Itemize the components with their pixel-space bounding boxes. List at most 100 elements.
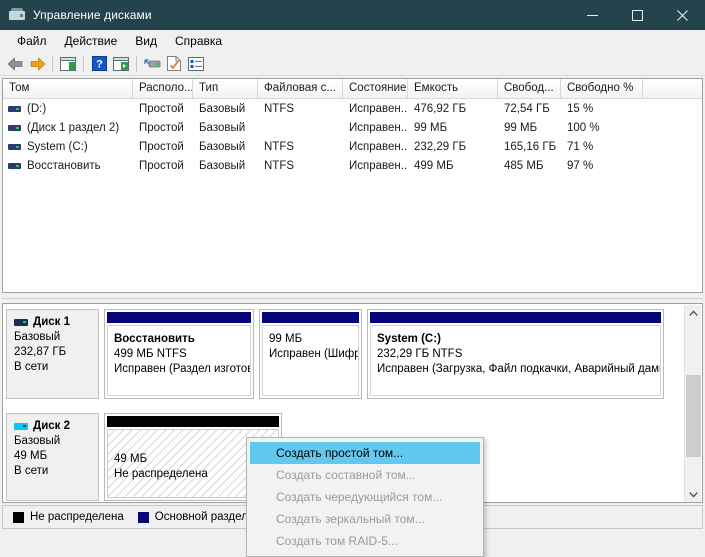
disk-type-1: Базовый bbox=[14, 331, 61, 343]
window-controls bbox=[570, 0, 705, 30]
graphic-pane-scrollbar[interactable] bbox=[684, 305, 702, 502]
column-header-free[interactable]: Свобод... bbox=[498, 79, 561, 98]
partition-color-bar bbox=[370, 312, 661, 323]
close-button[interactable] bbox=[660, 0, 705, 30]
cell-type: Базовый bbox=[199, 121, 246, 134]
column-header-filesystem[interactable]: Файловая с... bbox=[258, 79, 343, 98]
cell-layout: Простой bbox=[139, 140, 184, 153]
chevron-up-icon[interactable] bbox=[685, 305, 702, 322]
cell-volume: Восстановить bbox=[3, 160, 133, 172]
context-menu-item-new-mirrored-volume[interactable]: Создать зеркальный том... bbox=[247, 508, 483, 530]
partition-size-fs: 499 МБ NTFS bbox=[114, 348, 187, 360]
column-header-status[interactable]: Состояние bbox=[343, 79, 408, 98]
properties-icon[interactable] bbox=[163, 53, 185, 75]
partition-body: System (C:) 232,29 ГБ NTFS Исправен (Заг… bbox=[370, 325, 661, 396]
context-menu-item-new-spanned-volume[interactable]: Создать составной том... bbox=[247, 464, 483, 486]
list-view-icon[interactable] bbox=[185, 53, 207, 75]
column-header-layout[interactable]: Располо... bbox=[133, 79, 193, 98]
cell-volume-label: (D:) bbox=[27, 102, 47, 115]
cell-layout: Простой bbox=[139, 121, 184, 134]
cell-free-percent: 15 % bbox=[567, 102, 594, 115]
partition-status: Исправен (Шифро bbox=[269, 348, 359, 360]
window-title: Управление дисками bbox=[33, 8, 152, 22]
column-header-type[interactable]: Тип bbox=[193, 79, 258, 98]
disk-name-2: Диск 2 bbox=[14, 420, 98, 432]
context-menu-item-new-raid5-volume[interactable]: Создать том RAID-5... bbox=[247, 530, 483, 552]
legend-swatch-primary bbox=[137, 511, 149, 523]
column-header-spacer[interactable] bbox=[643, 79, 702, 98]
svg-text:?: ? bbox=[96, 59, 103, 71]
volume-drive-icon bbox=[8, 143, 21, 151]
cell-free: 485 МБ bbox=[504, 159, 544, 172]
disk-info-2[interactable]: Диск 2 Базовый 49 МБ В сети bbox=[6, 413, 99, 501]
context-menu-item-new-simple-volume[interactable]: Создать простой том... bbox=[250, 442, 480, 464]
disk-name-1: Диск 1 bbox=[14, 316, 98, 328]
cell-capacity: 232,29 ГБ bbox=[414, 140, 467, 153]
disk-size-2: 49 МБ bbox=[14, 450, 48, 462]
volume-drive-icon bbox=[8, 124, 21, 132]
menu-item-action[interactable]: Действие bbox=[56, 32, 127, 51]
cell-free-percent: 100 % bbox=[567, 121, 600, 134]
cell-filesystem: NTFS bbox=[264, 102, 295, 115]
partition-recovery[interactable]: Восстановить 499 МБ NTFS Исправен (Разде… bbox=[104, 309, 254, 399]
disk-size-1: 232,87 ГБ bbox=[14, 346, 67, 358]
toolbar-separator bbox=[136, 55, 137, 72]
table-row[interactable]: System (C:) Простой Базовый NTFS Исправе… bbox=[3, 137, 702, 156]
cell-volume: (D:) bbox=[3, 103, 133, 115]
partition-system-c[interactable]: System (C:) 232,29 ГБ NTFS Исправен (Заг… bbox=[367, 309, 664, 399]
cell-volume: System (C:) bbox=[3, 141, 133, 153]
cell-volume: (Диск 1 раздел 2) bbox=[3, 122, 133, 134]
partition-title: Восстановить bbox=[114, 333, 195, 345]
cell-free: 165,16 ГБ bbox=[504, 140, 557, 153]
table-row[interactable]: (Диск 1 раздел 2) Простой Базовый Исправ… bbox=[3, 118, 702, 137]
disk-state-2: В сети bbox=[14, 465, 49, 477]
maximize-button[interactable] bbox=[615, 0, 660, 30]
menu-item-help[interactable]: Справка bbox=[166, 32, 231, 51]
show-hide-tree-icon[interactable] bbox=[57, 53, 79, 75]
forward-arrow-icon[interactable] bbox=[26, 53, 48, 75]
cell-capacity: 476,92 ГБ bbox=[414, 102, 467, 115]
partition-body: Восстановить 499 МБ NTFS Исправен (Разде… bbox=[107, 325, 251, 396]
context-menu-item-new-striped-volume[interactable]: Создать чередующийся том... bbox=[247, 486, 483, 508]
legend-item-unallocated: Не распределена bbox=[13, 511, 124, 523]
cell-status: Исправен... bbox=[349, 140, 408, 153]
help-icon[interactable]: ? bbox=[88, 53, 110, 75]
partition-title: System (C:) bbox=[377, 333, 441, 345]
table-row[interactable]: (D:) Простой Базовый NTFS Исправен... 47… bbox=[3, 99, 702, 118]
menu-item-file[interactable]: Файл bbox=[8, 32, 56, 51]
pane-splitter[interactable] bbox=[2, 295, 703, 303]
rescan-disks-icon[interactable] bbox=[141, 53, 163, 75]
column-header-capacity[interactable]: Емкость bbox=[408, 79, 498, 98]
volume-drive-icon bbox=[8, 105, 21, 113]
back-arrow-icon[interactable] bbox=[4, 53, 26, 75]
menu-item-view[interactable]: Вид bbox=[126, 32, 166, 51]
cell-free: 99 МБ bbox=[504, 121, 538, 134]
cell-volume-label: (Диск 1 раздел 2) bbox=[27, 121, 120, 134]
table-row[interactable]: Восстановить Простой Базовый NTFS Исправ… bbox=[3, 156, 702, 175]
scrollbar-thumb[interactable] bbox=[686, 375, 701, 457]
partition-color-bar bbox=[262, 312, 359, 323]
toolbar-separator bbox=[83, 55, 84, 72]
action-pane-icon[interactable] bbox=[110, 53, 132, 75]
disk-info-1[interactable]: Диск 1 Базовый 232,87 ГБ В сети bbox=[6, 309, 99, 399]
partition-efi[interactable]: 99 МБ Исправен (Шифро bbox=[259, 309, 362, 399]
cell-status: Исправен... bbox=[349, 159, 408, 172]
disk-state-1: В сети bbox=[14, 361, 49, 373]
disk-row-1[interactable]: Диск 1 Базовый 232,87 ГБ В сети Восстано… bbox=[6, 309, 682, 399]
cell-volume-label: Восстановить bbox=[27, 159, 101, 172]
minimize-button[interactable] bbox=[570, 0, 615, 30]
disk-icon bbox=[14, 422, 28, 431]
cell-status: Исправен... bbox=[349, 102, 408, 115]
column-header-free-percent[interactable]: Свободно % bbox=[561, 79, 643, 98]
disk-type-2: Базовый bbox=[14, 435, 61, 447]
chevron-down-icon[interactable] bbox=[685, 486, 702, 502]
cell-capacity: 99 МБ bbox=[414, 121, 448, 134]
toolbar: ? bbox=[0, 52, 705, 76]
disk-management-icon bbox=[9, 7, 25, 23]
partition-status: Исправен (Загрузка, Файл подкачки, Авари… bbox=[377, 363, 661, 375]
legend-swatch-unallocated bbox=[13, 511, 24, 523]
legend-label-primary: Основной раздел bbox=[154, 511, 248, 523]
column-header-volume[interactable]: Том bbox=[3, 79, 133, 98]
volume-drive-icon bbox=[8, 162, 21, 170]
cell-volume-label: System (C:) bbox=[27, 140, 88, 153]
